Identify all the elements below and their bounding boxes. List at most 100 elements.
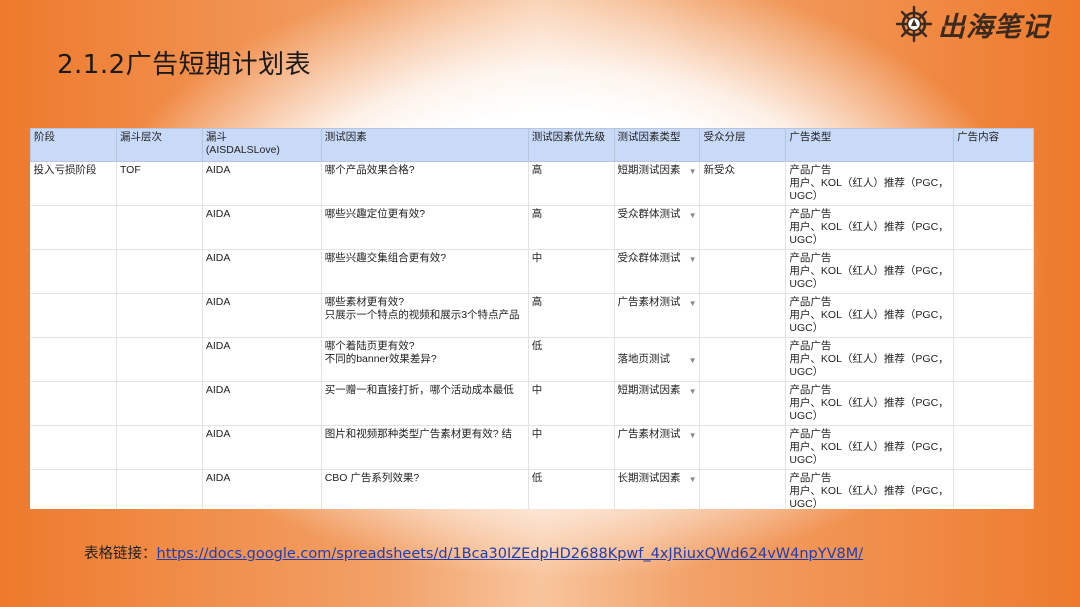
cell-factor[interactable]: 哪些素材更有效? 只展示一个特点的视频和展示3个特点产品 — [321, 293, 529, 338]
cell-content[interactable] — [953, 205, 1034, 250]
cell-funnel[interactable]: AIDA — [202, 381, 322, 426]
cell-type[interactable]: 长期测试因素 ▼ — [614, 469, 701, 509]
cell-layer[interactable] — [116, 469, 203, 509]
cell-factor[interactable]: 买一赠一和直接打折，哪个活动成本最低 — [321, 381, 529, 426]
dropdown-caret-icon[interactable]: ▼ — [687, 353, 697, 367]
cell-content[interactable] — [953, 469, 1034, 509]
cell-audience[interactable] — [699, 337, 787, 382]
cell-stage[interactable] — [30, 425, 117, 470]
cell-content[interactable] — [953, 161, 1034, 206]
column-header: 广告类型 — [785, 128, 955, 162]
cell-funnel[interactable]: AIDA — [202, 425, 322, 470]
cell-content[interactable] — [953, 293, 1034, 338]
cell-audience[interactable] — [699, 205, 787, 250]
cell-type[interactable]: 落地页测试 ▼ — [614, 337, 701, 382]
ad-plan-table: 阶段 漏斗层次 漏斗 (AISDALSLove) 测试因素 测试因素优先级 测试因素类型 受众… — [30, 128, 1034, 509]
cell-stage[interactable] — [30, 249, 117, 294]
cell-factor[interactable]: 哪些兴趣定位更有效? — [321, 205, 529, 250]
cell-factor[interactable]: 图片和视频那种类型广告素材更有效? 结 — [321, 425, 529, 470]
cell-factor[interactable]: 哪个着陆页更有效? 不同的banner效果差异? — [321, 337, 529, 382]
column-header: 漏斗 (AISDALSLove) — [201, 128, 322, 162]
logo-text: 出海笔记 — [938, 11, 1050, 43]
cell-type[interactable]: 广告素材测试 ▼ — [614, 425, 701, 470]
cell-priority[interactable]: 低 — [528, 469, 615, 509]
cell-funnel[interactable]: AIDA — [202, 337, 322, 382]
cell-layer[interactable] — [116, 205, 203, 250]
cell-layer[interactable] — [116, 337, 203, 382]
cell-audience[interactable]: 新受众 — [699, 161, 787, 206]
cell-funnel[interactable]: AIDA — [202, 469, 322, 509]
column-header: 测试因素 — [320, 128, 529, 162]
cell-ad-type[interactable]: 产品广告 用户、KOL（红人）推荐（PGC，UGC） — [785, 293, 955, 338]
cell-factor[interactable]: 哪些兴趣交集组合更有效? — [321, 249, 529, 294]
column-header: 测试因素优先级 — [527, 128, 615, 162]
cell-stage[interactable] — [30, 337, 117, 382]
cell-priority[interactable]: 中 — [528, 381, 615, 426]
cell-priority[interactable]: 低 — [528, 337, 615, 382]
dropdown-caret-icon[interactable]: ▼ — [687, 472, 697, 486]
cell-content[interactable] — [953, 337, 1034, 382]
table-row: AIDA 买一赠一和直接打折，哪个活动成本最低中短期测试因素 ▼ 产品广告 用户、KOL… — [30, 381, 1034, 426]
cell-funnel[interactable]: AIDA — [202, 161, 322, 206]
cell-content[interactable] — [953, 249, 1034, 294]
cell-audience[interactable] — [699, 293, 787, 338]
cell-stage[interactable] — [30, 381, 117, 426]
dropdown-caret-icon[interactable]: ▼ — [687, 296, 697, 310]
cell-ad-type[interactable]: 产品广告 用户、KOL（红人）推荐（PGC，UGC） — [785, 161, 955, 206]
cell-ad-type[interactable]: 产品广告 用户、KOL（红人）推荐（PGC，UGC） — [785, 205, 955, 250]
cell-layer[interactable] — [116, 249, 203, 294]
dropdown-caret-icon[interactable]: ▼ — [687, 252, 697, 266]
cell-ad-type[interactable]: 产品广告 用户、KOL（红人）推荐（PGC，UGC） — [785, 425, 955, 470]
column-header: 测试因素类型 — [613, 128, 701, 162]
table-row: AIDA 哪些素材更有效? 只展示一个特点的视频和展示3个特点产品高广告素材测试 ▼ 产… — [30, 293, 1034, 338]
spreadsheet-screenshot: 阶段 漏斗层次 漏斗 (AISDALSLove) 测试因素 测试因素优先级 测试因素类型 受众… — [30, 128, 1034, 509]
table-row: AIDA 哪些兴趣定位更有效? 高受众群体测试 ▼ 产品广告 用户、KOL（红人）推荐（P… — [30, 205, 1034, 250]
cell-layer[interactable] — [116, 293, 203, 338]
cell-funnel[interactable]: AIDA — [202, 205, 322, 250]
table-row: AIDA CBO 广告系列效果? 低长期测试因素 ▼ 产品广告 用户、KOL（红人）推荐（… — [30, 469, 1034, 509]
cell-content[interactable] — [953, 381, 1034, 426]
table-row: AIDA 哪个着陆页更有效? 不同的banner效果差异? 低落地页测试 ▼ 产品广告 用户… — [30, 337, 1034, 382]
cell-layer[interactable] — [116, 425, 203, 470]
spreadsheet-link[interactable]: https://docs.google.com/spreadsheets/d/1… — [157, 546, 864, 562]
cell-type[interactable]: 短期测试因素 ▼ — [614, 381, 701, 426]
table-row: AIDA 哪些兴趣交集组合更有效? 中受众群体测试 ▼ 产品广告 用户、KOL（红人）推荐… — [30, 249, 1034, 294]
cell-type[interactable]: 广告素材测试 ▼ — [614, 293, 701, 338]
table-row: 投入亏损阶段 TOF AIDA 哪个产品效果合格? 高短期测试因素 ▼ 新受众 产品广告 用户、… — [30, 161, 1034, 206]
dropdown-caret-icon[interactable]: ▼ — [687, 208, 697, 222]
cell-audience[interactable] — [699, 249, 787, 294]
cell-priority[interactable]: 中 — [528, 249, 615, 294]
cell-ad-type[interactable]: 产品广告 用户、KOL（红人）推荐（PGC，UGC） — [785, 469, 955, 509]
column-header: 漏斗层次 — [115, 128, 203, 162]
cell-type[interactable]: 受众群体测试 ▼ — [614, 249, 701, 294]
cell-type[interactable]: 短期测试因素 ▼ — [614, 161, 701, 206]
cell-factor[interactable]: CBO 广告系列效果? — [321, 469, 529, 509]
cell-audience[interactable] — [699, 469, 787, 509]
cell-priority[interactable]: 中 — [528, 425, 615, 470]
cell-audience[interactable] — [699, 381, 787, 426]
page-title: 2.1.2广告短期计划表 — [57, 50, 312, 80]
cell-layer[interactable]: TOF — [116, 161, 203, 206]
cell-stage[interactable] — [30, 469, 117, 509]
dropdown-caret-icon[interactable]: ▼ — [687, 384, 697, 398]
cell-type[interactable]: 受众群体测试 ▼ — [614, 205, 701, 250]
cell-funnel[interactable]: AIDA — [202, 293, 322, 338]
cell-factor[interactable]: 哪个产品效果合格? — [321, 161, 529, 206]
cell-content[interactable] — [953, 425, 1034, 470]
ship-wheel-icon — [895, 5, 933, 43]
dropdown-caret-icon[interactable]: ▼ — [687, 428, 697, 442]
cell-ad-type[interactable]: 产品广告 用户、KOL（红人）推荐（PGC，UGC） — [785, 337, 955, 382]
cell-ad-type[interactable]: 产品广告 用户、KOL（红人）推荐（PGC，UGC） — [785, 249, 955, 294]
cell-priority[interactable]: 高 — [528, 205, 615, 250]
cell-layer[interactable] — [116, 381, 203, 426]
dropdown-caret-icon[interactable]: ▼ — [687, 164, 697, 178]
cell-funnel[interactable]: AIDA — [202, 249, 322, 294]
cell-stage[interactable] — [30, 205, 117, 250]
cell-stage[interactable]: 投入亏损阶段 — [30, 161, 117, 206]
link-label: 表格链接： — [84, 546, 157, 562]
cell-ad-type[interactable]: 产品广告 用户、KOL（红人）推荐（PGC，UGC） — [785, 381, 955, 426]
cell-stage[interactable] — [30, 293, 117, 338]
cell-priority[interactable]: 高 — [528, 161, 615, 206]
cell-priority[interactable]: 高 — [528, 293, 615, 338]
cell-audience[interactable] — [699, 425, 787, 470]
